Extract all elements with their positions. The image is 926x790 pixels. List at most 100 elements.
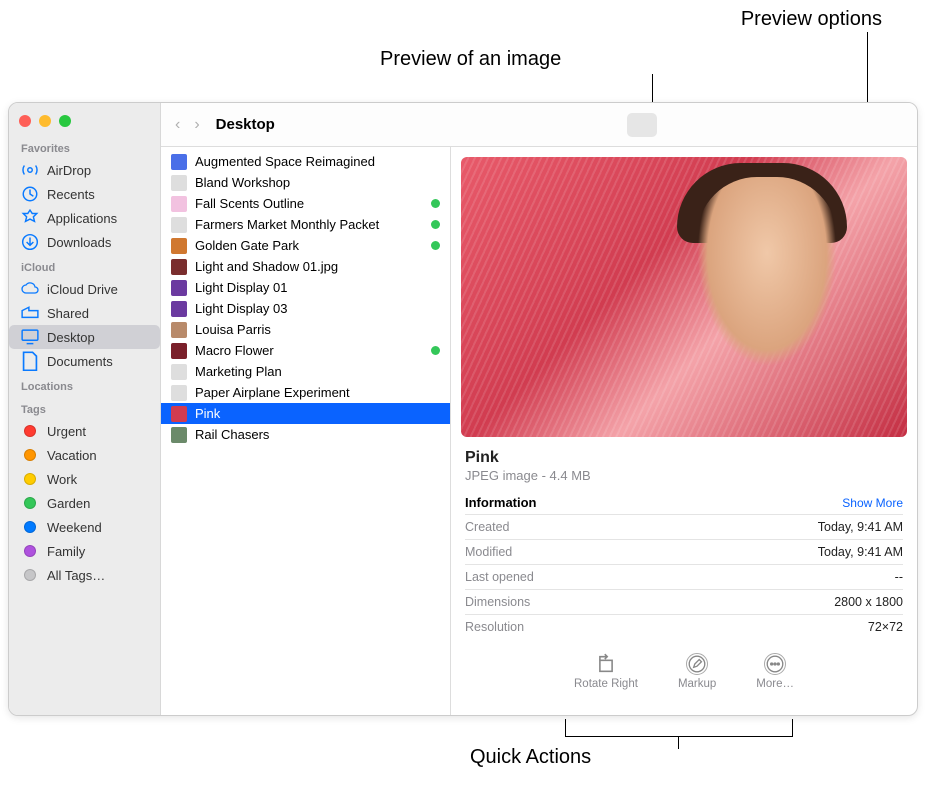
file-thumb-icon — [171, 385, 187, 401]
file-row[interactable]: Bland Workshop — [161, 172, 450, 193]
window-controls — [9, 111, 160, 135]
show-more-link[interactable]: Show More — [842, 496, 903, 510]
file-name: Light Display 03 — [195, 301, 288, 316]
sidebar-item-label: Weekend — [47, 520, 102, 535]
file-thumb-icon — [171, 196, 187, 212]
sidebar-tag-family[interactable]: Family — [9, 539, 160, 563]
file-row[interactable]: Louisa Parris — [161, 319, 450, 340]
sidebar-item-label: Documents — [47, 354, 113, 369]
file-thumb-icon — [171, 427, 187, 443]
sidebar-item-desktop[interactable]: Desktop — [9, 325, 160, 349]
sidebar-tag-weekend[interactable]: Weekend — [9, 515, 160, 539]
main-pane: ‹ › Desktop — [161, 103, 917, 715]
back-button[interactable]: ‹ — [171, 114, 184, 136]
file-row[interactable]: Marketing Plan — [161, 361, 450, 382]
sidebar-item-label: Urgent — [47, 424, 86, 439]
file-row[interactable]: Paper Airplane Experiment — [161, 382, 450, 403]
share-button[interactable] — [749, 113, 779, 137]
sidebar-item-icloud-drive[interactable]: iCloud Drive — [9, 277, 160, 301]
sidebar-item-label: AirDrop — [47, 163, 91, 178]
file-row[interactable]: Light and Shadow 01.jpg — [161, 256, 450, 277]
view-list-button[interactable] — [597, 113, 627, 137]
view-columns-button[interactable] — [627, 113, 657, 137]
file-thumb-icon — [171, 322, 187, 338]
info-row: Dimensions 2800 x 1800 — [465, 589, 903, 614]
file-thumb-icon — [171, 238, 187, 254]
tags-button[interactable] — [785, 113, 815, 137]
file-name: Marketing Plan — [195, 364, 282, 379]
group-by-button[interactable] — [713, 113, 743, 137]
tag-color-icon — [21, 566, 39, 584]
file-thumb-icon — [171, 280, 187, 296]
file-thumb-icon — [171, 343, 187, 359]
callout-preview-options: Preview options — [741, 8, 882, 31]
sidebar-item-downloads[interactable]: Downloads — [9, 230, 160, 254]
file-row[interactable]: Pink — [161, 403, 450, 424]
tag-color-icon — [21, 446, 39, 464]
file-row[interactable]: Fall Scents Outline — [161, 193, 450, 214]
sidebar-icon — [21, 352, 39, 370]
quick-action-rotate-right[interactable]: Rotate Right — [574, 653, 638, 690]
tag-color-icon — [21, 494, 39, 512]
sidebar-tag-work[interactable]: Work — [9, 467, 160, 491]
fullscreen-window-button[interactable] — [59, 115, 71, 127]
callout-bracket — [565, 719, 793, 737]
sidebar-tag-garden[interactable]: Garden — [9, 491, 160, 515]
preview-image — [461, 157, 907, 437]
file-thumb-icon — [171, 301, 187, 317]
file-row[interactable]: Golden Gate Park — [161, 235, 450, 256]
minimize-window-button[interactable] — [39, 115, 51, 127]
file-name: Golden Gate Park — [195, 238, 299, 253]
sidebar-icon — [21, 328, 39, 346]
more-button[interactable] — [821, 113, 851, 137]
file-thumb-icon — [171, 175, 187, 191]
sidebar-tag-all-tags-[interactable]: All Tags… — [9, 563, 160, 587]
file-row[interactable]: Farmers Market Monthly Packet — [161, 214, 450, 235]
preview-title: Pink — [465, 449, 903, 467]
quick-action-markup[interactable]: Markup — [678, 653, 716, 690]
info-row: Last opened-- — [465, 564, 903, 589]
sidebar-item-label: Downloads — [47, 235, 111, 250]
info-key: Dimensions — [465, 595, 530, 609]
sidebar-item-applications[interactable]: Applications — [9, 206, 160, 230]
search-button[interactable] — [877, 113, 907, 137]
info-key: Last opened — [465, 570, 534, 584]
sidebar-tag-urgent[interactable]: Urgent — [9, 419, 160, 443]
sidebar-item-label: Shared — [47, 306, 89, 321]
file-row[interactable]: Rail Chasers — [161, 424, 450, 445]
callout-preview-image: Preview of an image — [380, 48, 561, 71]
file-name: Rail Chasers — [195, 427, 269, 442]
file-row[interactable]: Light Display 01 — [161, 277, 450, 298]
sidebar-item-shared[interactable]: Shared — [9, 301, 160, 325]
info-section-label: Information — [465, 495, 537, 510]
info-value: 72×72 — [868, 620, 903, 634]
sidebar-section-icloud: iCloud — [9, 254, 160, 277]
sidebar-item-recents[interactable]: Recents — [9, 182, 160, 206]
sidebar-item-airdrop[interactable]: AirDrop — [9, 158, 160, 182]
info-key: Resolution — [465, 620, 524, 634]
finder-window: Favorites AirDropRecentsApplicationsDown… — [8, 102, 918, 716]
view-icons-button[interactable] — [567, 113, 597, 137]
forward-button[interactable]: › — [190, 114, 203, 136]
file-tag-dot — [431, 199, 440, 208]
file-thumb-icon — [171, 259, 187, 275]
callout-bracket-stem — [678, 737, 679, 749]
sidebar-item-documents[interactable]: Documents — [9, 349, 160, 373]
file-row[interactable]: Augmented Space Reimagined — [161, 151, 450, 172]
info-row: CreatedToday, 9:41 AM — [465, 514, 903, 539]
file-tag-dot — [431, 241, 440, 250]
file-row[interactable]: Light Display 03 — [161, 298, 450, 319]
sidebar-section-locations: Locations — [9, 373, 160, 396]
sidebar-item-label: All Tags… — [47, 568, 105, 583]
file-name: Light and Shadow 01.jpg — [195, 259, 338, 274]
quick-action-more-[interactable]: More… — [756, 653, 794, 690]
sidebar-item-label: Applications — [47, 211, 117, 226]
quick-action-label: More… — [756, 678, 794, 690]
sidebar-tag-vacation[interactable]: Vacation — [9, 443, 160, 467]
close-window-button[interactable] — [19, 115, 31, 127]
view-gallery-button[interactable] — [657, 113, 687, 137]
file-name: Louisa Parris — [195, 322, 271, 337]
file-row[interactable]: Macro Flower — [161, 340, 450, 361]
sidebar-icon — [21, 185, 39, 203]
info-value: 2800 x 1800 — [834, 595, 903, 609]
